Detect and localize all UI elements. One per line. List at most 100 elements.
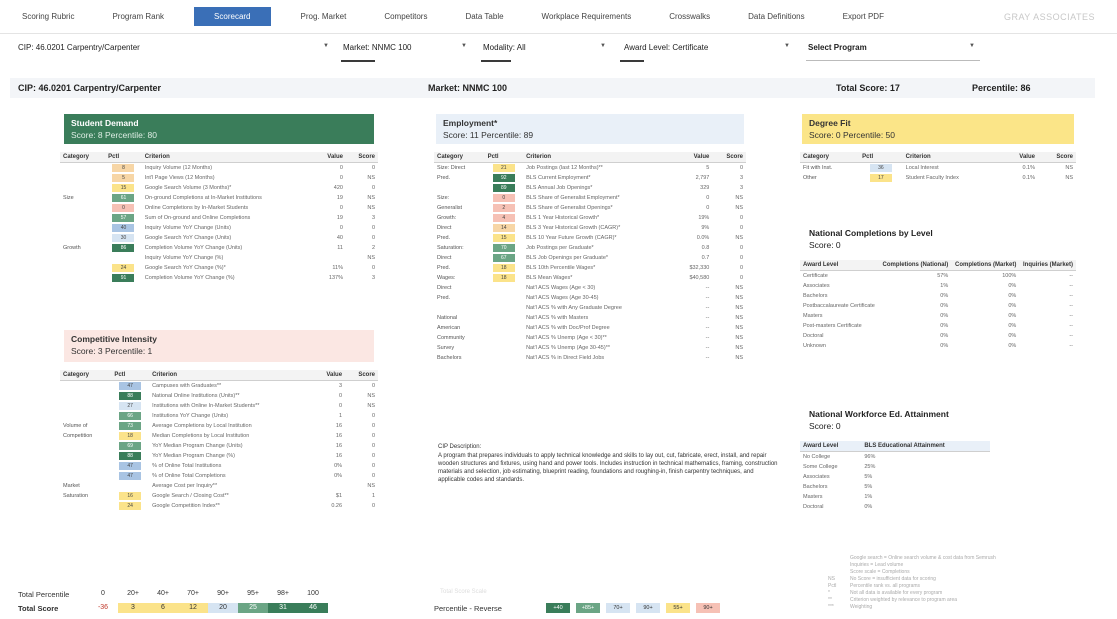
- column-header: Completions (Market): [951, 260, 1020, 271]
- table-row: Bachelors 5%: [800, 482, 990, 492]
- table-row: 24 Google Search YoY Change (%)* 11% 0: [60, 263, 378, 273]
- nav-tab-scorecard[interactable]: Scorecard: [194, 7, 271, 26]
- row-criterion: Nat'l ACS % with Any Graduate Degree: [526, 304, 622, 311]
- row-percentile: 0: [485, 193, 524, 203]
- summary-percentile: Percentile: 86: [972, 83, 1031, 93]
- export-pdf-button[interactable]: Export PDF: [835, 9, 892, 25]
- market-dropdown[interactable]: Market: NNMC 100: [343, 43, 411, 52]
- column-header: Score: [1037, 152, 1076, 163]
- cip-dropdown-caret-icon[interactable]: ▼: [323, 43, 329, 49]
- market-inquiries: --: [1069, 302, 1073, 309]
- row-category: Direct: [437, 254, 452, 261]
- nav-tab-prog-market[interactable]: Prog. Market: [293, 8, 355, 25]
- market-dropdown-caret-icon[interactable]: ▼: [461, 43, 467, 49]
- nav-tab-program-rank[interactable]: Program Rank: [104, 8, 172, 25]
- row-score: 0: [371, 412, 375, 419]
- row-category: [60, 233, 105, 243]
- nav-tab-data-definitions[interactable]: Data Definitions: [740, 8, 812, 25]
- row-score: 0: [371, 452, 375, 459]
- cip-dropdown[interactable]: CIP: 46.0201 Carpentry/Carpenter: [18, 43, 140, 52]
- row-value: 0.7: [701, 254, 710, 261]
- row-percentile: 18: [111, 431, 149, 441]
- percentile-badge: 73: [119, 421, 142, 430]
- row-criterion: Nat'l ACS % with Doc/Prof Degree: [526, 324, 610, 331]
- modality-dropdown[interactable]: Modality: All: [483, 43, 526, 52]
- row-value: 19: [336, 194, 343, 201]
- row-value: 16: [335, 432, 343, 439]
- attainment-value: 25%: [864, 463, 876, 470]
- row-score: NS: [735, 284, 743, 291]
- row-category: Market: [63, 482, 80, 489]
- row-percentile: 18: [485, 263, 524, 273]
- row-criterion: YoY Median Program Change (Units): [152, 442, 243, 449]
- percentile-badge: 47: [119, 381, 142, 390]
- percentile-badge: [493, 323, 515, 331]
- award-dropdown-caret-icon[interactable]: ▼: [784, 43, 790, 49]
- program-dropdown-caret-icon[interactable]: ▼: [969, 43, 975, 49]
- student-demand-title: Student Demand: [71, 118, 139, 128]
- row-percentile: 15: [485, 233, 524, 243]
- student-demand-score: Score: 8 Percentile: 80: [71, 130, 157, 140]
- row-percentile: 5: [105, 173, 142, 183]
- row-category: [60, 273, 105, 283]
- percentile-badge: 21: [492, 163, 515, 172]
- row-category: Survey: [437, 344, 455, 351]
- table-row: Associates 5%: [800, 472, 990, 482]
- nav-tab-competitors[interactable]: Competitors: [376, 8, 435, 25]
- row-criterion: Campuses with Graduates**: [152, 382, 222, 389]
- row-percentile: 18: [485, 273, 524, 283]
- table-row: 27 Institutions with Online In-Market Stu…: [60, 401, 378, 411]
- legend-text: Not all data is available for every prog…: [850, 590, 943, 596]
- table-row: Competition 18 Median Completions by Local…: [60, 431, 378, 441]
- award-level: Bachelors: [803, 292, 828, 299]
- nav-tab-data-table[interactable]: Data Table: [457, 8, 511, 25]
- row-value: 2,797: [695, 174, 710, 181]
- row-percentile: 86: [105, 243, 142, 253]
- pctl-reverse-tick: 55+: [666, 603, 690, 613]
- program-dropdown[interactable]: Select Program: [808, 43, 867, 52]
- workforce-score: Score: 0: [809, 421, 841, 431]
- column-header: Criterion: [523, 152, 674, 163]
- row-score: 0: [371, 422, 375, 429]
- table-row: Bachelors Nat'l ACS % in Direct Field Job…: [434, 353, 746, 363]
- nav-tab-crosswalks[interactable]: Crosswalks: [661, 8, 718, 25]
- table-row: Some College 25%: [800, 462, 990, 472]
- row-criterion: Google Competition Index**: [152, 502, 220, 509]
- table-row: 8 Inquiry Volume (12 Months) 0 0: [60, 163, 378, 173]
- percentile-badge: 91: [112, 273, 135, 282]
- percentile-badge: [119, 481, 141, 489]
- nav-tab-scoring-rubric[interactable]: Scoring Rubric: [14, 8, 82, 25]
- table-row: Community Nat'l ACS % Unemp (Age < 30)** -…: [434, 333, 746, 343]
- row-category: [60, 451, 111, 461]
- row-percentile: 30: [105, 233, 142, 243]
- row-category: Other: [803, 174, 817, 181]
- row-category: Size:: [437, 194, 450, 201]
- row-criterion: Inquiry Volume YoY Change (Units): [144, 224, 231, 231]
- row-score: 0: [371, 224, 375, 231]
- percentile-badge: 57: [112, 213, 135, 222]
- row-percentile: 73: [111, 421, 149, 431]
- percentile-badge: 24: [119, 501, 142, 510]
- row-category: [434, 183, 485, 193]
- award-level: Masters: [803, 493, 823, 500]
- summary-market: Market: NNMC 100: [428, 83, 508, 93]
- row-criterion: Inquiry Volume YoY Change (%): [144, 254, 224, 261]
- row-percentile: 15: [105, 183, 142, 193]
- modality-dropdown-caret-icon[interactable]: ▼: [600, 43, 606, 49]
- percentile-tick: 70+: [187, 590, 199, 597]
- award-level: No College: [803, 453, 831, 460]
- table-row: 69 YoY Median Program Change (Units) 16 0: [60, 441, 378, 451]
- row-value: 16: [335, 452, 343, 459]
- degree-fit-header: Degree Fit Score: 0 Percentile: 50: [802, 114, 1074, 144]
- market-inquiries: --: [1069, 312, 1073, 319]
- percentile-badge: 47: [119, 471, 142, 480]
- nav-tab-workplace-requirements[interactable]: Workplace Requirements: [534, 8, 640, 25]
- award-dropdown[interactable]: Award Level: Certificate: [624, 43, 708, 52]
- degree-fit-title: Degree Fit: [809, 118, 851, 128]
- market-inquiries: --: [1069, 332, 1073, 339]
- percentile-badge: 88: [119, 391, 142, 400]
- row-score: NS: [735, 194, 743, 201]
- row-criterion: Google Search / Closing Cost**: [152, 492, 229, 499]
- row-category: Saturation: [63, 492, 89, 499]
- row-score: 0: [739, 264, 743, 271]
